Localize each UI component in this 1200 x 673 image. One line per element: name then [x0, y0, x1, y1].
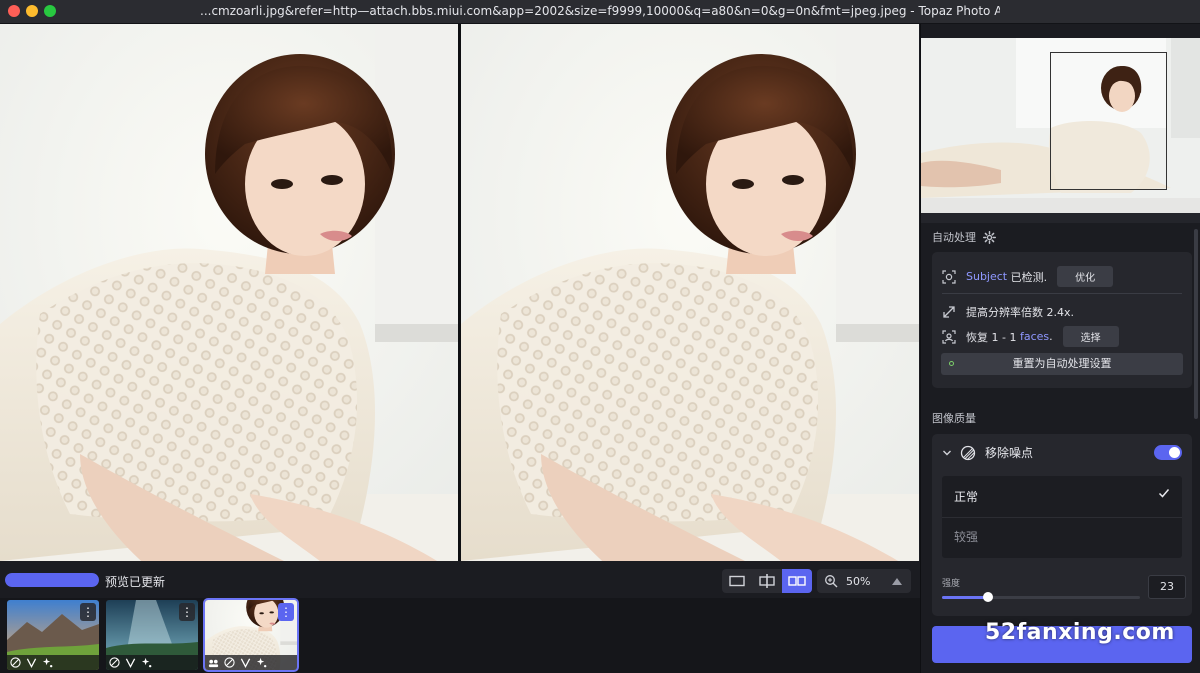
split-view-button[interactable] [752, 569, 782, 593]
autopilot-title: 自动处理 [932, 231, 976, 244]
denoise-icon [960, 445, 976, 460]
thumbnail-filter-icons [106, 655, 198, 670]
preview-original[interactable] [0, 24, 458, 561]
thumbnail-filter-icons [205, 655, 297, 670]
thumbnail-menu-button[interactable]: ⋮ [278, 603, 294, 621]
toggle-knob [1169, 447, 1180, 458]
upscale-row: 提高分辨率倍数 2.4x. [942, 304, 1074, 320]
denoise-toggle[interactable] [1154, 445, 1182, 460]
status-dot [949, 361, 954, 366]
navigator-preview[interactable] [921, 38, 1200, 213]
thumbnail-portrait[interactable]: ⋮ [203, 598, 299, 672]
mode-separator [942, 517, 1182, 518]
image-quality-header: 图像质量 [932, 410, 976, 426]
mode-normal[interactable]: 正常 [954, 488, 978, 505]
upscale-icon [943, 306, 955, 318]
subject-status: 已检测. [1010, 270, 1048, 284]
gear-icon[interactable] [983, 230, 996, 244]
thumbnail-menu-button[interactable]: ⋮ [179, 603, 195, 621]
reset-autopilot-label: 重置为自动处理设置 [1012, 357, 1112, 370]
sharpen-icon [26, 658, 37, 668]
preview-processed[interactable] [461, 24, 919, 561]
maximize-window-button[interactable] [44, 5, 56, 17]
filmstrip: ⋮ ⋮ ⋮ [0, 598, 920, 673]
thumbnail-menu-button[interactable]: ⋮ [80, 603, 96, 621]
settings-panel: 自动处理 Subject 已检测. 优化 提高分辨率倍数 2.4x. 恢复 1 … [920, 24, 1200, 673]
sharpen-icon [240, 658, 251, 668]
zoom-control[interactable]: 50% [817, 569, 911, 593]
zoom-level: 50% [846, 574, 871, 588]
preview-toolbar: 预览已更新 50% [0, 561, 920, 598]
thumbnail-mountain[interactable]: ⋮ [7, 600, 99, 670]
strength-label: 强度 [942, 579, 961, 589]
subject-row: Subject 已检测. 优化 [942, 266, 1114, 287]
enhance-icon [256, 657, 267, 668]
face-recovery-row: 恢复 1 - 1 faces. 选择 [942, 326, 1119, 347]
subject-detect-icon [942, 269, 956, 284]
autopilot-header: 自动处理 [932, 229, 996, 245]
panel-scrollbar[interactable] [1194, 229, 1198, 419]
strength-slider-handle[interactable] [982, 592, 993, 602]
checkmark-icon [1158, 489, 1170, 498]
face-icon [208, 659, 219, 668]
denoise-card: 移除噪点 正常 较强 强度 23 [932, 434, 1192, 616]
single-view-icon [729, 575, 745, 587]
navigator-separator [921, 213, 1200, 223]
thumbnail-sunrays[interactable]: ⋮ [106, 600, 198, 670]
denoise-label: 移除噪点 [985, 446, 1034, 460]
mode-strong[interactable]: 较强 [954, 528, 978, 545]
chevron-down-icon[interactable] [942, 448, 952, 458]
subject-label[interactable]: Subject [966, 270, 1007, 283]
close-window-button[interactable] [8, 5, 20, 17]
autopilot-separator [942, 293, 1182, 294]
preview-status-text: 预览已更新 [105, 575, 166, 589]
original-photo [0, 24, 458, 561]
title-bar: ...cmzoarli.jpg&refer=http—attach.bbs.mi… [0, 0, 1200, 24]
strength-slider-fill [942, 596, 988, 599]
denoise-icon [109, 657, 120, 668]
face-recovery-icon [942, 329, 956, 344]
sharpen-icon [125, 658, 136, 668]
preview-progress-fill [5, 573, 99, 587]
denoise-mode-list: 正常 较强 [942, 476, 1182, 558]
refine-subject-button[interactable]: 优化 [1057, 266, 1114, 287]
navigator-viewport-box[interactable] [1050, 52, 1167, 190]
strength-slider[interactable] [942, 592, 1140, 602]
side-by-side-view-icon [788, 576, 806, 586]
denoise-icon [10, 657, 21, 668]
autopilot-card: Subject 已检测. 优化 提高分辨率倍数 2.4x. 恢复 1 - 1 f… [932, 252, 1192, 388]
enhance-icon [141, 657, 152, 668]
zoom-dropdown-icon[interactable] [892, 577, 902, 585]
split-view-icon [759, 574, 775, 588]
preview-progress-bar [5, 573, 99, 587]
thumbnail-filter-icons [7, 655, 99, 670]
upscale-text: 提高分辨率倍数 2.4x. [966, 306, 1074, 319]
strength-value-input[interactable]: 23 [1148, 575, 1186, 599]
minimize-window-button[interactable] [26, 5, 38, 17]
denoise-icon [224, 657, 235, 668]
view-mode-group [722, 569, 812, 593]
select-faces-button[interactable]: 选择 [1062, 326, 1119, 347]
watermark-text: 52fanxing.com [985, 620, 1175, 645]
denoise-header[interactable]: 移除噪点 [942, 444, 1033, 461]
single-view-button[interactable] [722, 569, 752, 593]
side-by-side-view-button[interactable] [782, 569, 812, 593]
enhance-icon [42, 657, 53, 668]
recover-prefix: 恢复 1 - 1 [966, 330, 1017, 344]
recover-faces-link[interactable]: faces [1020, 330, 1049, 343]
recover-suffix: . [1049, 330, 1053, 343]
zoom-icon [825, 575, 838, 588]
window-title: ...cmzoarli.jpg&refer=http—attach.bbs.mi… [200, 4, 1000, 18]
image-quality-title: 图像质量 [932, 412, 976, 425]
reset-autopilot-button[interactable]: 重置为自动处理设置 [941, 353, 1183, 375]
processed-photo [461, 24, 919, 561]
